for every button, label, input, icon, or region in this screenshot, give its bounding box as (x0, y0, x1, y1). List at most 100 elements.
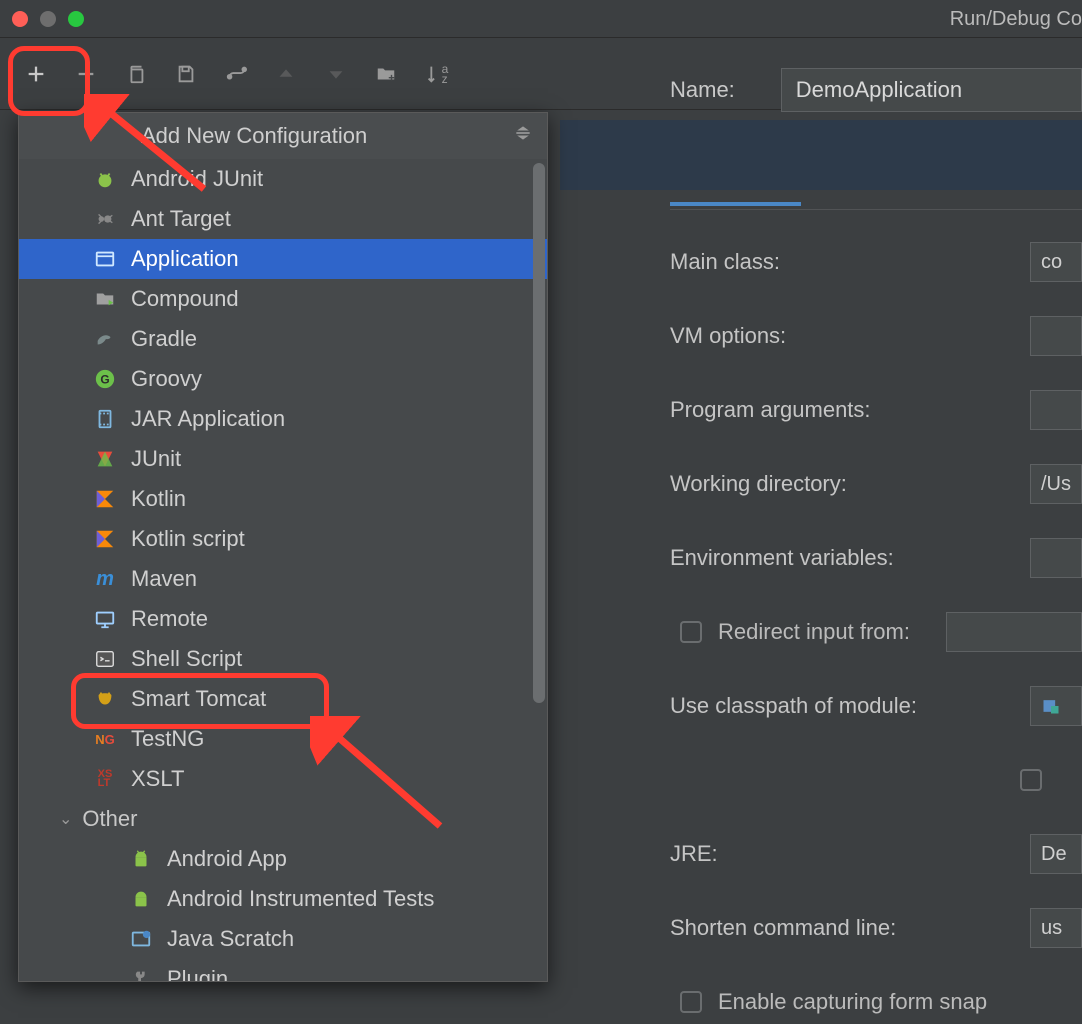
config-type-shell-script[interactable]: Shell Script (19, 639, 547, 679)
config-type-label: Java Scratch (129, 926, 294, 952)
enable-capture-label: Enable capturing form snap (718, 989, 987, 1015)
vm-options-label: VM options: (670, 323, 1010, 349)
enable-capture-checkbox[interactable] (680, 991, 702, 1013)
include-provided-checkbox[interactable] (1020, 769, 1042, 791)
shorten-command-line-select[interactable] (1030, 908, 1082, 948)
scratch-icon (129, 927, 153, 951)
titlebar: Run/Debug Co (0, 0, 1082, 38)
config-type-maven[interactable]: m Maven (19, 559, 547, 599)
kotlin-icon (93, 527, 117, 551)
environment-variables-row: Environment variables: (670, 536, 1082, 580)
config-type-compound[interactable]: Compound (19, 279, 547, 319)
configuration-form: Main class: VM options: Program argument… (670, 240, 1082, 1024)
config-type-xslt[interactable]: XSLT XSLT (19, 759, 547, 799)
collapse-icon[interactable] (513, 123, 533, 149)
config-type-smart-tomcat[interactable]: Smart Tomcat (19, 679, 547, 719)
jre-label: JRE: (670, 841, 1010, 867)
jre-row: JRE: (670, 832, 1082, 876)
remove-configuration-button[interactable] (64, 52, 108, 96)
gradle-icon (93, 327, 117, 351)
folder-button[interactable] (364, 52, 408, 96)
classpath-module-select[interactable] (1030, 686, 1082, 726)
module-icon (1041, 696, 1061, 716)
selected-config-panel (560, 120, 1082, 190)
config-type-android-app[interactable]: Android App (19, 839, 547, 879)
name-row: Name: (670, 60, 1082, 120)
move-up-button[interactable] (264, 52, 308, 96)
main-class-input[interactable] (1030, 242, 1082, 282)
remote-icon (93, 607, 117, 631)
config-group-label: Other (82, 806, 137, 832)
config-type-plugin[interactable]: Plugin (19, 959, 547, 981)
main-class-row: Main class: (670, 240, 1082, 284)
edit-templates-button[interactable] (214, 52, 258, 96)
kotlin-icon (93, 487, 117, 511)
jre-select[interactable] (1030, 834, 1082, 874)
window-title: Run/Debug Co (950, 0, 1082, 38)
config-type-kotlin[interactable]: Kotlin (19, 479, 547, 519)
config-type-testng[interactable]: NG TestNG (19, 719, 547, 759)
svg-text:G: G (100, 373, 109, 387)
redirect-input-label: Redirect input from: (718, 619, 910, 645)
compound-icon (93, 287, 117, 311)
shorten-command-line-row: Shorten command line: (670, 906, 1082, 950)
config-type-kotlin-script[interactable]: Kotlin script (19, 519, 547, 559)
android-icon (129, 887, 153, 911)
move-down-button[interactable] (314, 52, 358, 96)
close-window-button[interactable] (12, 11, 28, 27)
working-directory-row: Working directory: (670, 462, 1082, 506)
config-type-gradle[interactable]: Gradle (19, 319, 547, 359)
config-type-label: Smart Tomcat (93, 686, 266, 712)
vm-options-row: VM options: (670, 314, 1082, 358)
classpath-module-row: Use classpath of module: (670, 684, 1082, 728)
config-type-label: Android JUnit (93, 166, 263, 192)
configuration-pane: Name: Configuration Code Coverage Main c… (640, 50, 1082, 992)
add-configuration-button[interactable] (14, 52, 58, 96)
maximize-window-button[interactable] (68, 11, 84, 27)
enable-capture-row: Enable capturing form snap (670, 980, 1082, 1024)
dropdown-header: Add New Configuration (19, 113, 547, 159)
dropdown-scrollbar[interactable] (533, 163, 545, 703)
shorten-command-line-label: Shorten command line: (670, 915, 1010, 941)
application-icon (93, 247, 117, 271)
groovy-icon: G (93, 367, 117, 391)
main-class-label: Main class: (670, 249, 1010, 275)
environment-variables-input[interactable] (1030, 538, 1082, 578)
save-configuration-button[interactable] (164, 52, 208, 96)
redirect-input-row: Redirect input from: (670, 610, 1082, 654)
config-type-remote[interactable]: Remote (19, 599, 547, 639)
classpath-module-label: Use classpath of module: (670, 693, 1010, 719)
config-type-android-instrumented-tests[interactable]: Android Instrumented Tests (19, 879, 547, 919)
android-icon (129, 847, 153, 871)
redirect-input-field[interactable] (946, 612, 1082, 652)
config-group-other[interactable]: ⌄ Other (19, 799, 547, 839)
working-directory-input[interactable] (1030, 464, 1082, 504)
config-type-application[interactable]: Application (19, 239, 547, 279)
program-arguments-label: Program arguments: (670, 397, 1010, 423)
config-type-ant-target[interactable]: Ant Target (19, 199, 547, 239)
junit-icon (93, 447, 117, 471)
program-arguments-input[interactable] (1030, 390, 1082, 430)
tomcat-icon (93, 687, 117, 711)
config-type-android-junit[interactable]: Android JUnit (19, 159, 547, 199)
config-type-jar-application[interactable]: JAR Application (19, 399, 547, 439)
dropdown-header-label: Add New Configuration (33, 123, 367, 149)
android-junit-icon (93, 167, 117, 191)
maven-icon: m (93, 567, 117, 591)
environment-variables-label: Environment variables: (670, 545, 1010, 571)
sort-alphabetically-button[interactable]: az (414, 52, 458, 96)
redirect-input-checkbox[interactable] (680, 621, 702, 643)
config-type-java-scratch[interactable]: Java Scratch (19, 919, 547, 959)
ant-icon (93, 207, 117, 231)
config-type-groovy[interactable]: G Groovy (19, 359, 547, 399)
include-provided-row (670, 758, 1082, 802)
jar-icon (93, 407, 117, 431)
config-type-junit[interactable]: JUnit (19, 439, 547, 479)
program-arguments-row: Program arguments: (670, 388, 1082, 432)
vm-options-input[interactable] (1030, 316, 1082, 356)
name-input[interactable] (781, 68, 1082, 112)
minimize-window-button[interactable] (40, 11, 56, 27)
chevron-down-icon: ⌄ (59, 809, 72, 829)
dropdown-list: Android JUnit Ant Target Application Com… (19, 159, 547, 981)
copy-configuration-button[interactable] (114, 52, 158, 96)
